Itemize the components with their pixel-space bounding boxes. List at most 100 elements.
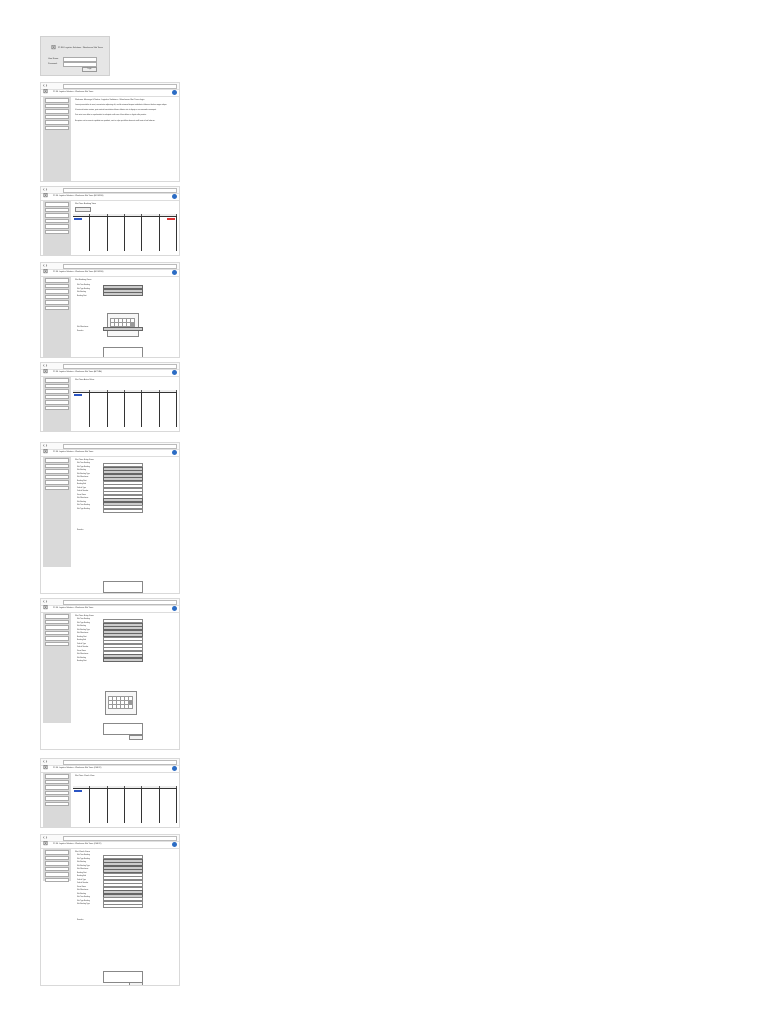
calendar-grid[interactable] — [73, 393, 177, 427]
sidebar-item[interactable] — [45, 207, 69, 212]
sidebar-item[interactable] — [45, 98, 69, 103]
user-avatar-icon[interactable] — [172, 270, 177, 275]
sidebar-item[interactable] — [45, 305, 69, 310]
sidebar-item[interactable] — [45, 458, 69, 463]
user-avatar-icon[interactable] — [172, 90, 177, 95]
sidebar — [43, 849, 71, 882]
user-avatar-icon[interactable] — [172, 606, 177, 611]
submit-button[interactable] — [129, 735, 143, 740]
field-label: Slot Booking — [77, 657, 86, 659]
sidebar-item[interactable] — [45, 866, 69, 871]
sidebar-item[interactable] — [45, 850, 69, 855]
sidebar-item[interactable] — [45, 224, 69, 229]
sidebar-item[interactable] — [45, 796, 69, 801]
sidebar-item[interactable] — [45, 855, 69, 860]
sidebar-item[interactable] — [45, 636, 69, 641]
field-label: Slot Warehouse — [77, 498, 89, 499]
sidebar-item[interactable] — [45, 619, 69, 624]
field-label: Slot Time Booking — [77, 505, 90, 506]
sidebar-item[interactable] — [45, 114, 69, 119]
sidebar-item[interactable] — [45, 213, 69, 218]
main-content: Slot Time Entry Form Slot Time Booking S… — [73, 457, 177, 593]
sidebar-item[interactable] — [45, 485, 69, 490]
sidebar-item[interactable] — [45, 218, 69, 223]
login-button[interactable]: Login — [82, 67, 97, 72]
field-label: Slot Booking Type — [77, 904, 90, 905]
field-label: Slot Time Booking — [77, 855, 90, 856]
sidebar-item[interactable] — [45, 463, 69, 468]
user-avatar-icon[interactable] — [172, 842, 177, 847]
sidebar-item[interactable] — [45, 202, 69, 207]
entry-form-screen: ‹› ⊠ P1 IBL Logistics Solutions - Warehou… — [40, 442, 180, 594]
submit-button[interactable] — [129, 982, 143, 985]
calendar-grid[interactable] — [73, 217, 177, 251]
sidebar-item[interactable] — [45, 877, 69, 882]
new-booking-button[interactable] — [75, 207, 91, 212]
date-picker[interactable] — [105, 691, 137, 715]
sidebar-item[interactable] — [45, 289, 69, 294]
check-event[interactable] — [74, 790, 82, 792]
sidebar-item[interactable] — [45, 872, 69, 877]
sidebar-item[interactable] — [45, 861, 69, 866]
sidebar-item[interactable] — [45, 469, 69, 474]
form-heading: Slot Time Entry Form — [75, 459, 94, 461]
sidebar-item[interactable] — [45, 378, 69, 383]
booking-event[interactable] — [74, 218, 82, 220]
app-header: ⊠ P1 IBL Logistics Solutions - Warehouse … — [41, 269, 179, 277]
sidebar-item[interactable] — [45, 229, 69, 234]
entry-form-date-screen: ‹› ⊠ P1 IBL Logistics Solutions - Warehou… — [40, 598, 180, 750]
user-avatar-icon[interactable] — [172, 370, 177, 375]
page-title: P1 IBL Logistics Solutions - Warehouse S… — [53, 767, 102, 769]
sidebar-item[interactable] — [45, 109, 69, 114]
text-field[interactable] — [103, 508, 143, 513]
sidebar-item[interactable] — [45, 294, 69, 299]
field-label: Slot Booking Type — [77, 629, 90, 631]
sidebar-item[interactable] — [45, 103, 69, 108]
text-field[interactable] — [103, 904, 143, 909]
actual-event[interactable] — [74, 394, 82, 396]
sidebar-item[interactable] — [45, 630, 69, 635]
sidebar-item[interactable] — [45, 389, 69, 394]
sidebar-item[interactable] — [45, 801, 69, 806]
sidebar-item[interactable] — [45, 300, 69, 305]
user-avatar-icon[interactable] — [172, 450, 177, 455]
user-avatar-icon[interactable] — [172, 194, 177, 199]
sidebar-item[interactable] — [45, 480, 69, 485]
sidebar-item[interactable] — [45, 394, 69, 399]
remarks-textarea[interactable] — [103, 347, 143, 357]
calendar-grid[interactable] — [73, 789, 177, 823]
field-label: Slot Warehouse — [77, 890, 89, 891]
field-label: Vehicle Type — [77, 643, 87, 645]
sidebar-item[interactable] — [45, 405, 69, 410]
sidebar-item[interactable] — [45, 474, 69, 479]
sidebar-item[interactable] — [45, 774, 69, 779]
sidebar-item[interactable] — [45, 120, 69, 125]
app-header: ⊠ P1 IBL Logistics Solutions - Warehouse … — [41, 605, 179, 613]
check-view-screen: ‹› ⊠ P1 IBL Logistics Solutions - Warehou… — [40, 758, 180, 828]
field-label: Booking Start — [77, 295, 87, 297]
remarks-textarea[interactable] — [103, 723, 143, 735]
submit-button[interactable] — [129, 592, 143, 593]
booking-event-alert[interactable] — [166, 218, 175, 220]
field-label: Slot Warehouse — [77, 869, 89, 870]
sidebar-item[interactable] — [45, 625, 69, 630]
sidebar-item[interactable] — [45, 785, 69, 790]
field-label: Booking Start — [77, 636, 87, 638]
welcome-heading: Welcome Message & Notice: Logistics Solu… — [75, 99, 145, 101]
sidebar-item[interactable] — [45, 400, 69, 405]
sidebar-item[interactable] — [45, 790, 69, 795]
sidebar-item[interactable] — [45, 779, 69, 784]
actual-view-screen: ‹› ⊠ P1 IBL Logistics Solutions - Warehou… — [40, 362, 180, 432]
sidebar-item[interactable] — [45, 278, 69, 283]
page-title: P1 IBL Logistics Solutions - Warehouse S… — [53, 451, 94, 453]
field-label: Vehicle Number — [77, 647, 89, 648]
sidebar-item[interactable] — [45, 283, 69, 288]
booking-form-screen: ‹› ⊠ P1 IBL Logistics Solutions - Warehou… — [40, 262, 180, 358]
page-title: P1 IBL Logistics Solutions - Warehouse S… — [53, 371, 103, 373]
sidebar-item[interactable] — [45, 383, 69, 388]
user-avatar-icon[interactable] — [172, 766, 177, 771]
field-label: Slot Time Booking — [77, 619, 90, 620]
sidebar-item[interactable] — [45, 641, 69, 646]
sidebar-item[interactable] — [45, 125, 69, 130]
sidebar-item[interactable] — [45, 614, 69, 619]
